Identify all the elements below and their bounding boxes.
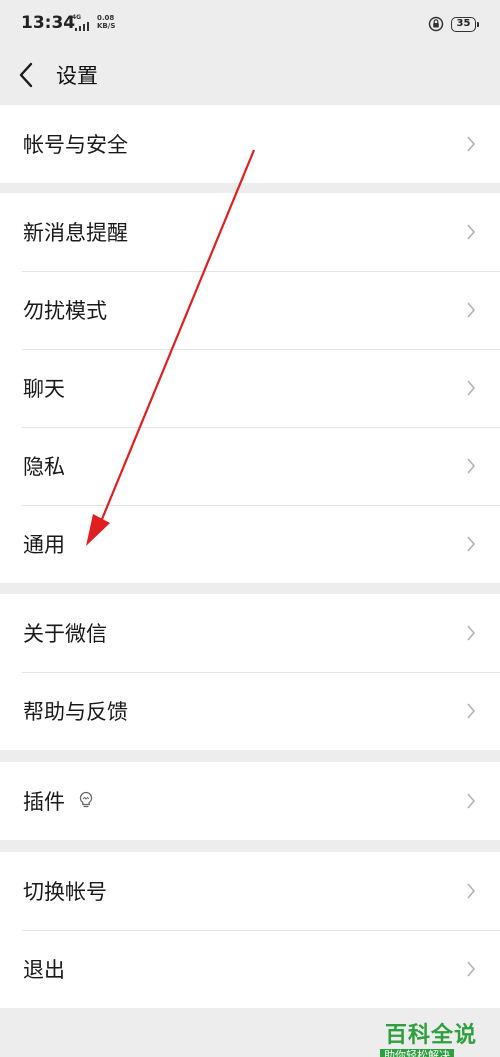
chevron-right-icon	[467, 536, 476, 552]
settings-item-label: 切换帐号	[23, 880, 107, 904]
speed-value: 0.08	[97, 14, 115, 22]
network-speed: 0.08 KB/S	[97, 14, 115, 30]
settings-item-plugins[interactable]: 插件	[0, 762, 500, 840]
chevron-right-icon	[467, 458, 476, 474]
chevron-right-icon	[467, 703, 476, 719]
settings-group-general: 新消息提醒 勿扰模式 聊天 隐私 通用	[0, 193, 500, 583]
settings-item-switch-account[interactable]: 切换帐号	[0, 852, 500, 930]
settings-item-about-wechat[interactable]: 关于微信	[0, 594, 500, 672]
page-title: 设置	[56, 64, 98, 88]
settings-item-chat[interactable]: 聊天	[0, 349, 500, 427]
settings-item-label: 勿扰模式	[23, 299, 107, 323]
settings-item-label: 新消息提醒	[23, 221, 128, 245]
settings-item-notifications[interactable]: 新消息提醒	[0, 193, 500, 271]
chevron-right-icon	[467, 136, 476, 152]
settings-group-about: 关于微信 帮助与反馈	[0, 594, 500, 750]
back-button[interactable]	[12, 54, 48, 96]
chevron-right-icon	[467, 793, 476, 809]
status-bar: 13:34 4G 0.08 KB/S 35	[0, 0, 500, 50]
settings-group-session: 切换帐号 退出	[0, 852, 500, 1008]
chevron-left-icon	[19, 62, 33, 88]
settings-item-do-not-disturb[interactable]: 勿扰模式	[0, 271, 500, 349]
chevron-right-icon	[467, 625, 476, 641]
settings-item-label: 帐号与安全	[23, 133, 128, 157]
settings-item-label: 插件	[23, 790, 65, 814]
battery-level: 35	[456, 18, 471, 29]
status-time: 13:34	[21, 13, 76, 33]
signal-icon	[75, 22, 91, 31]
nav-header: 设置	[0, 50, 500, 100]
network-type: 4G	[72, 14, 82, 21]
watermark-subtitle: 助你轻松解决	[380, 1049, 454, 1057]
settings-item-general[interactable]: 通用	[0, 505, 500, 583]
chevron-right-icon	[467, 380, 476, 396]
chevron-right-icon	[467, 883, 476, 899]
settings-item-privacy[interactable]: 隐私	[0, 427, 500, 505]
settings-group-account: 帐号与安全	[0, 105, 500, 183]
settings-item-label: 通用	[23, 533, 65, 557]
watermark-title: 百科全说	[384, 1023, 477, 1048]
settings-item-label: 聊天	[23, 377, 65, 401]
settings-screen: 13:34 4G 0.08 KB/S 35 设置 帐号与安全 新消息提醒 勿扰模…	[0, 0, 500, 1057]
chevron-right-icon	[467, 224, 476, 240]
settings-item-label: 隐私	[23, 455, 65, 479]
speed-unit: KB/S	[97, 22, 116, 30]
settings-item-label: 帮助与反馈	[23, 700, 128, 724]
battery-icon: 35	[451, 17, 479, 32]
settings-item-account-security[interactable]: 帐号与安全	[0, 105, 500, 183]
chevron-right-icon	[467, 302, 476, 318]
settings-item-logout[interactable]: 退出	[0, 930, 500, 1008]
chevron-right-icon	[467, 961, 476, 977]
settings-item-label: 关于微信	[23, 622, 107, 646]
settings-group-plugins: 插件	[0, 762, 500, 840]
settings-item-help-feedback[interactable]: 帮助与反馈	[0, 672, 500, 750]
rotation-lock-icon	[428, 16, 444, 32]
lightbulb-icon	[79, 791, 93, 808]
settings-item-label: 退出	[23, 958, 65, 982]
watermark-logo: 百科全说 助你轻松解决	[370, 1025, 492, 1057]
